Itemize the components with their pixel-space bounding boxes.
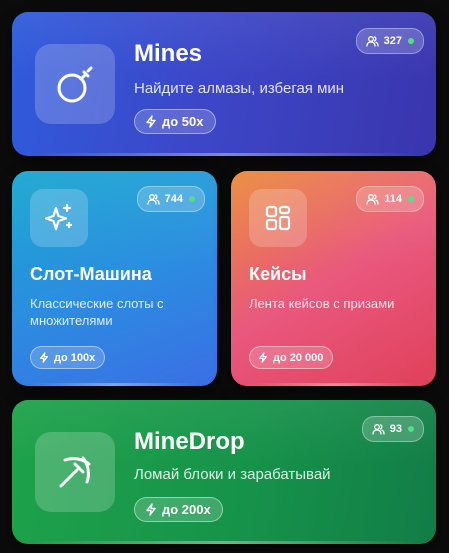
users-icon: [146, 194, 160, 205]
online-indicator: [408, 38, 414, 44]
players-count: 114: [384, 193, 402, 205]
game-description: Найдите алмазы, избегая мин: [134, 80, 345, 97]
grid-icon: [249, 189, 307, 247]
game-title: MineDrop: [134, 428, 245, 455]
multiplier-text: до 50x: [162, 114, 204, 129]
players-count: 327: [383, 35, 402, 47]
online-indicator: [408, 196, 414, 202]
sparkles-icon: [30, 189, 88, 247]
users-icon: [366, 194, 379, 205]
game-card-slot-machine[interactable]: Слот-Машина Классические слоты с множите…: [12, 171, 217, 386]
lightning-icon: [40, 352, 48, 363]
game-title: Кейсы: [249, 264, 307, 284]
online-indicator: [408, 426, 414, 432]
game-description: Лента кейсов с призами: [249, 296, 395, 311]
game-title: Mines: [134, 40, 203, 67]
card-glow: [251, 383, 416, 386]
users-icon: [372, 424, 385, 435]
game-description: Классические слоты с множителями: [30, 296, 164, 328]
multiplier-badge: до 100x: [30, 346, 106, 369]
lightning-icon: [146, 503, 156, 516]
multiplier-text: до 20 000: [273, 351, 324, 364]
players-count: 93: [389, 423, 402, 435]
bomb-icon: [35, 44, 115, 124]
card-glow: [32, 153, 416, 156]
lightning-icon: [259, 352, 267, 363]
game-description: Ломай блоки и зарабатывай: [134, 466, 331, 483]
multiplier-text: до 200x: [162, 502, 211, 517]
game-card-minedrop[interactable]: MineDrop Ломай блоки и зарабатывай до 20…: [12, 400, 436, 544]
online-indicator: [189, 196, 195, 202]
online-players-badge: 744: [136, 186, 205, 212]
game-card-mines[interactable]: Mines Найдите алмазы, избегая мин до 50x…: [12, 12, 436, 156]
multiplier-badge: до 20 000: [249, 346, 334, 369]
pickaxe-icon: [35, 432, 115, 512]
multiplier-badge: до 50x: [134, 109, 216, 134]
card-glow: [32, 541, 416, 544]
online-players-badge: 93: [361, 416, 424, 442]
players-count: 744: [164, 193, 183, 205]
multiplier-text: до 100x: [54, 351, 96, 364]
lightning-icon: [146, 115, 156, 128]
card-glow: [32, 383, 197, 386]
game-title: Слот-Машина: [30, 264, 152, 284]
multiplier-badge: до 200x: [134, 497, 223, 522]
game-card-cases[interactable]: Кейсы Лента кейсов с призами до 20 000 1…: [231, 171, 436, 386]
online-players-badge: 327: [355, 28, 424, 54]
users-icon: [365, 36, 379, 47]
online-players-badge: 114: [356, 186, 424, 212]
